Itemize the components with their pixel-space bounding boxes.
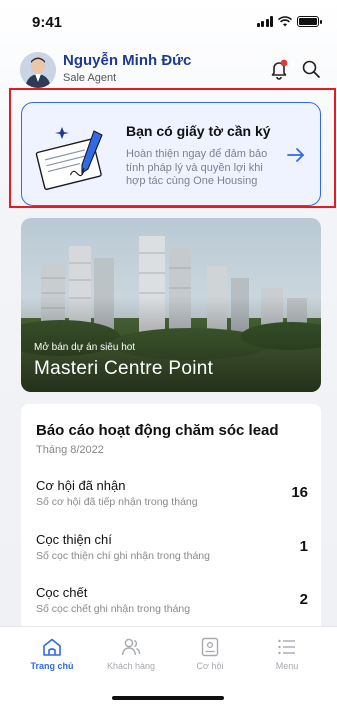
report-row-goodwill-deposit[interactable]: Cọc thiện chí Số cọc thiện chí ghi nhận … <box>36 532 308 572</box>
banner-title: Masteri Centre Point <box>34 358 214 379</box>
avatar[interactable] <box>20 52 56 88</box>
row-count: 1 <box>299 538 308 555</box>
user-name[interactable]: Nguyễn Minh Đức <box>63 52 191 69</box>
report-row-firm-deposit[interactable]: Cọc chết Số cọc chết ghi nhận trong thán… <box>36 585 308 625</box>
status-bar: 9:41 <box>0 0 337 44</box>
customers-icon <box>121 638 141 656</box>
tab-customers[interactable]: Khách hàng <box>101 637 161 677</box>
row-title: Cọc chết <box>36 585 88 600</box>
app-screen: 9:41 Nguyễn Minh Đức Sale Agent Bạn có g… <box>0 0 337 711</box>
tab-menu[interactable]: Menu <box>257 637 317 677</box>
status-icons <box>256 16 322 27</box>
tab-opportunities-label: Cơ hội <box>196 661 224 671</box>
tab-opportunities[interactable]: Cơ hội <box>180 637 240 677</box>
banner-subtitle: Mở bán dự án siêu hot <box>34 342 136 353</box>
row-title: Cơ hội đã nhận <box>36 478 126 493</box>
home-icon <box>43 638 61 656</box>
row-subtitle: Số cọc thiện chí ghi nhận trong tháng <box>36 550 210 562</box>
search-icon[interactable] <box>300 58 322 80</box>
project-banner[interactable]: Mở bán dự án siêu hot Masteri Centre Poi… <box>21 218 321 392</box>
header: Nguyễn Minh Đức Sale Agent <box>0 46 337 92</box>
row-subtitle: Số cọc chết ghi nhận trong tháng <box>36 603 191 615</box>
wifi-icon <box>278 16 292 27</box>
user-role: Sale Agent <box>63 72 117 84</box>
row-subtitle: Số cơ hội đã tiếp nhận trong tháng <box>36 496 198 508</box>
row-title: Cọc thiện chí <box>36 532 112 547</box>
tab-home[interactable]: Trang chủ <box>22 637 82 677</box>
opportunity-icon <box>201 637 219 657</box>
bell-icon[interactable] <box>268 58 290 80</box>
menu-icon <box>278 639 295 655</box>
battery-icon <box>297 16 322 27</box>
tab-home-label: Trang chủ <box>30 661 74 671</box>
lead-report-card: Báo cáo hoạt động chăm sóc lead Tháng 8/… <box>21 404 321 628</box>
tab-menu-label: Menu <box>275 661 299 671</box>
row-count: 16 <box>291 484 308 501</box>
notification-dot <box>280 59 288 67</box>
status-time: 9:41 <box>32 14 63 31</box>
signal-icon <box>256 16 273 27</box>
tab-customers-label: Khách hàng <box>106 661 156 671</box>
row-count: 2 <box>299 591 308 608</box>
report-row-opportunities[interactable]: Cơ hội đã nhận Số cơ hội đã tiếp nhận tr… <box>36 478 308 518</box>
report-title: Báo cáo hoạt động chăm sóc lead <box>36 422 279 439</box>
highlight-frame <box>9 88 336 208</box>
report-date: Tháng 8/2022 <box>36 444 104 456</box>
home-indicator <box>112 696 224 700</box>
